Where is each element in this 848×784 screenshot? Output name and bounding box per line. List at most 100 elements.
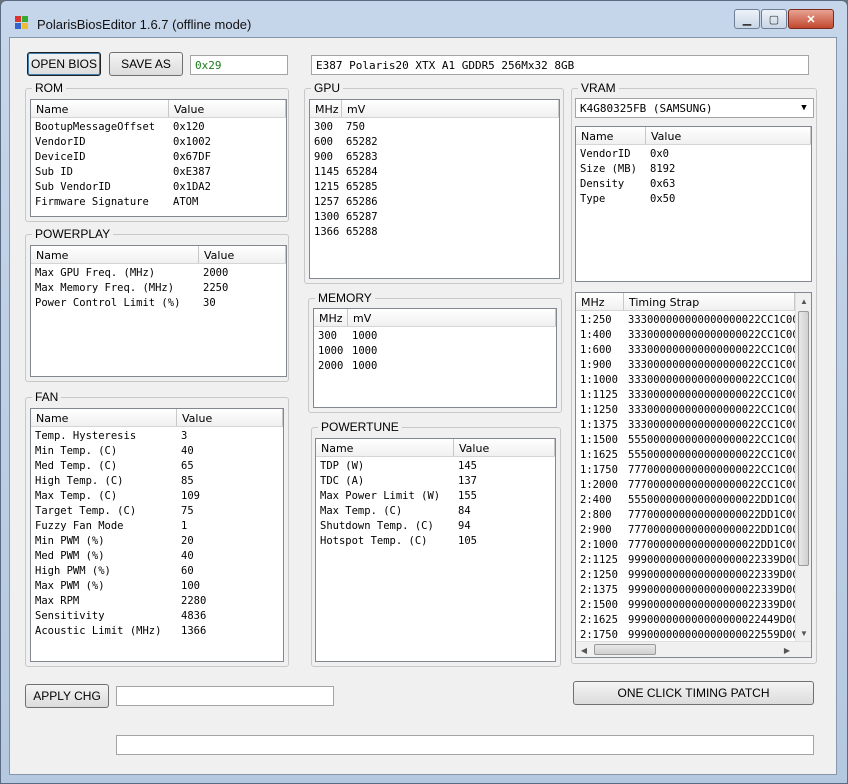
list-item[interactable]: DeviceID 0x67DF (31, 150, 286, 165)
list-item[interactable]: 1:600 333000000000000000022CC1C00 (576, 343, 797, 358)
minimize-button[interactable]: ▁ (734, 9, 760, 29)
list-item[interactable]: 2:1125 999000000000000000022339D00 (576, 553, 797, 568)
list-item[interactable]: 2:1625 999000000000000000022449D00 (576, 613, 797, 628)
bios-name-field[interactable]: E387 Polaris20 XTX A1 GDDR5 256Mx32 8GB (311, 55, 809, 75)
scroll-right-icon[interactable]: ▶ (779, 642, 795, 657)
column-header-name[interactable]: Name (316, 439, 454, 456)
list-item[interactable]: 1000 1000 (314, 344, 556, 359)
list-item[interactable]: 1366 65288 (310, 225, 559, 240)
list-item[interactable]: Min Temp. (C) 40 (31, 444, 283, 459)
list-item[interactable]: Max PWM (%) 100 (31, 579, 283, 594)
list-item[interactable]: 900 65283 (310, 150, 559, 165)
list-item[interactable]: 1:1125 333000000000000000022CC1C00 (576, 388, 797, 403)
scroll-thumb[interactable] (798, 311, 809, 566)
checksum-field[interactable]: 0x29 (190, 55, 288, 75)
scroll-left-icon[interactable]: ◀ (576, 642, 592, 657)
horizontal-scrollbar[interactable]: ◀ ▶ (576, 641, 811, 657)
list-item[interactable]: Max Memory Freq. (MHz) 2250 (31, 281, 286, 296)
list-item[interactable]: Fuzzy Fan Mode 1 (31, 519, 283, 534)
list-item[interactable]: 1:1000 333000000000000000022CC1C00 (576, 373, 797, 388)
list-item[interactable]: 1300 65287 (310, 210, 559, 225)
list-item[interactable]: Firmware Signature ATOM (31, 195, 286, 210)
list-item[interactable]: 2:1000 777000000000000000022DD1C00 (576, 538, 797, 553)
list-item[interactable]: 1:400 333000000000000000022CC1C00 (576, 328, 797, 343)
list-item[interactable]: 1:2000 777000000000000000022CC1C00 (576, 478, 797, 493)
title-bar[interactable]: PolarisBiosEditor 1.6.7 (offline mode) ▁… (1, 1, 847, 37)
scroll-up-icon[interactable]: ▲ (796, 293, 811, 309)
list-item[interactable]: TDP (W) 145 (316, 459, 555, 474)
list-item[interactable]: Shutdown Temp. (C) 94 (316, 519, 555, 534)
column-header-timing-strap[interactable]: Timing Strap (624, 293, 795, 310)
fan-list[interactable]: Name Value Temp. Hysteresis 3 Min Temp. (C)… (30, 408, 284, 662)
list-item[interactable]: Target Temp. (C) 75 (31, 504, 283, 519)
list-item[interactable]: Hotspot Temp. (C) 105 (316, 534, 555, 549)
list-item[interactable]: Sensitivity 4836 (31, 609, 283, 624)
list-item[interactable]: Temp. Hysteresis 3 (31, 429, 283, 444)
vram-select[interactable]: K4G80325FB (SAMSUNG) ▼ (575, 98, 814, 118)
column-header-mhz[interactable]: MHz (576, 293, 624, 310)
list-item[interactable]: Type 0x50 (576, 192, 811, 207)
list-item[interactable]: 1:1250 333000000000000000022CC1C00 (576, 403, 797, 418)
list-item[interactable]: Min PWM (%) 20 (31, 534, 283, 549)
list-item[interactable]: 2:400 555000000000000000022DD1C00 (576, 493, 797, 508)
status-bar-field[interactable] (116, 735, 814, 755)
list-item[interactable]: 1:900 333000000000000000022CC1C00 (576, 358, 797, 373)
chevron-down-icon[interactable]: ▼ (796, 100, 812, 116)
column-header-name[interactable]: Name (576, 127, 646, 144)
column-header-value[interactable]: Value (169, 100, 286, 117)
column-header-name[interactable]: Name (31, 409, 177, 426)
list-item[interactable]: 300 1000 (314, 329, 556, 344)
list-item[interactable]: 2:1500 999000000000000000022339D00 (576, 598, 797, 613)
scroll-thumb-horizontal[interactable] (594, 644, 656, 655)
list-item[interactable]: 1:1500 555000000000000000022CC1C00 (576, 433, 797, 448)
column-header-mv[interactable]: mV (348, 309, 556, 326)
list-item[interactable]: Max RPM 2280 (31, 594, 283, 609)
list-item[interactable]: 1145 65284 (310, 165, 559, 180)
list-item[interactable]: 1215 65285 (310, 180, 559, 195)
list-item[interactable]: Max Power Limit (W) 155 (316, 489, 555, 504)
vram-info-list[interactable]: Name Value VendorID 0x0 Size (MB) 8192 Densit… (575, 126, 812, 282)
column-header-mhz[interactable]: MHz (310, 100, 342, 117)
maximize-button[interactable]: ▢ (761, 9, 787, 29)
list-item[interactable]: 2:1375 999000000000000000022339D00 (576, 583, 797, 598)
list-item[interactable]: 2000 1000 (314, 359, 556, 374)
list-item[interactable]: 1257 65286 (310, 195, 559, 210)
list-item[interactable]: 1:250 333000000000000000022CC1C00 (576, 313, 797, 328)
apply-changes-button[interactable]: APPLY CHG (25, 684, 109, 708)
list-item[interactable]: VendorID 0x0 (576, 147, 811, 162)
column-header-value[interactable]: Value (454, 439, 555, 456)
list-item[interactable]: VendorID 0x1002 (31, 135, 286, 150)
powertune-list[interactable]: Name Value TDP (W) 145 TDC (A) 137 Max Power … (315, 438, 556, 662)
gpu-list[interactable]: MHz mV 300 750 600 65282 900 65283 1145 65284 121… (309, 99, 560, 279)
list-item[interactable]: High Temp. (C) 85 (31, 474, 283, 489)
list-item[interactable]: High PWM (%) 60 (31, 564, 283, 579)
list-item[interactable]: Max Temp. (C) 84 (316, 504, 555, 519)
column-header-mhz[interactable]: MHz (314, 309, 348, 326)
list-item[interactable]: 1:1375 333000000000000000022CC1C00 (576, 418, 797, 433)
column-header-value[interactable]: Value (177, 409, 283, 426)
column-header-value[interactable]: Value (646, 127, 811, 144)
list-item[interactable]: 1:1750 777000000000000000022CC1C00 (576, 463, 797, 478)
list-item[interactable]: 2:1250 999000000000000000022339D00 (576, 568, 797, 583)
list-item[interactable]: Size (MB) 8192 (576, 162, 811, 177)
column-header-mv[interactable]: mV (342, 100, 559, 117)
apply-status-field[interactable] (116, 686, 334, 706)
timing-strap-list[interactable]: MHz Timing Strap 1:250 3330000000000000000… (575, 292, 812, 658)
list-item[interactable]: Med PWM (%) 40 (31, 549, 283, 564)
column-header-name[interactable]: Name (31, 246, 199, 263)
one-click-timing-patch-button[interactable]: ONE CLICK TIMING PATCH (573, 681, 814, 705)
list-item[interactable]: 2:800 777000000000000000022DD1C00 (576, 508, 797, 523)
memory-list[interactable]: MHz mV 300 1000 1000 1000 2000 1000 (313, 308, 557, 408)
list-item[interactable]: Max Temp. (C) 109 (31, 489, 283, 504)
powerplay-list[interactable]: Name Value Max GPU Freq. (MHz) 2000 Max Mem… (30, 245, 287, 377)
save-as-button[interactable]: SAVE AS (109, 52, 183, 76)
list-item[interactable]: 300 750 (310, 120, 559, 135)
vertical-scrollbar[interactable]: ▲ ▼ (795, 293, 811, 641)
list-item[interactable]: 2:900 777000000000000000022DD1C00 (576, 523, 797, 538)
column-header-value[interactable]: Value (199, 246, 286, 263)
list-item[interactable]: Acoustic Limit (MHz) 1366 (31, 624, 283, 639)
list-item[interactable]: Sub ID 0xE387 (31, 165, 286, 180)
list-item[interactable]: Med Temp. (C) 65 (31, 459, 283, 474)
rom-list[interactable]: Name Value BootupMessageOffset 0x120 Vendor… (30, 99, 287, 217)
list-item[interactable]: 600 65282 (310, 135, 559, 150)
